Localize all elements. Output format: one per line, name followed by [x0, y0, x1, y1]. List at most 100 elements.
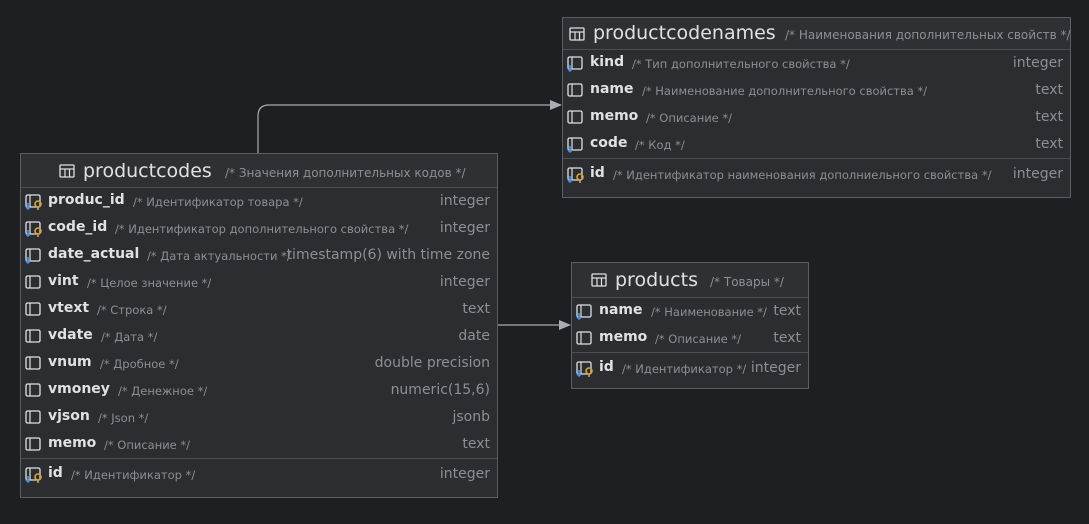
- primary-key-row[interactable]: id/* Идентификатор */integer: [572, 353, 808, 384]
- column-name: id: [590, 165, 605, 181]
- table-comment: /* Значения дополнительных кодов */: [225, 166, 466, 180]
- column-row[interactable]: date_actual /* Дата актуальности */timest…: [21, 242, 497, 269]
- column-row[interactable]: code_id /* Идентификатор дополнительного …: [21, 215, 497, 242]
- column-type: text: [1035, 82, 1063, 98]
- column-type: timestamp(6) with time zone: [286, 247, 490, 263]
- column-comment: /* Наименование */: [651, 305, 767, 319]
- column-type: date: [458, 328, 490, 344]
- fk-column-icon: [576, 303, 594, 324]
- column-row[interactable]: memo /* Описание */ text: [563, 104, 1070, 131]
- column-type: integer: [750, 360, 801, 376]
- column-type: integer: [1012, 166, 1063, 182]
- column-row[interactable]: kind /* Тип дополнительного свойства */ in…: [563, 50, 1070, 77]
- column-name: date_actual: [48, 246, 140, 262]
- column-row[interactable]: vjson /* Json */ jsonb: [21, 404, 497, 431]
- column-name: code: [590, 135, 628, 151]
- column-name: name: [590, 81, 634, 97]
- pk-fk-column-icon: [25, 220, 43, 241]
- column-row[interactable]: vmoney /* Денежное */ numeric(15,6): [21, 377, 497, 404]
- column-type: integer: [439, 220, 490, 236]
- column-icon: [25, 301, 43, 322]
- column-type: integer: [439, 274, 490, 290]
- pk-fk-column-icon: [25, 193, 43, 214]
- table-products[interactable]: products /* Товары */ name /* Наименовани…: [571, 262, 809, 389]
- column-type: integer: [439, 193, 490, 209]
- column-comment: /* Описание */: [104, 438, 191, 452]
- column-icon: [25, 436, 43, 457]
- column-comment: /* Идентификатор */: [622, 362, 747, 376]
- pk-column-icon: [25, 466, 43, 487]
- column-comment: /* Дата */: [101, 330, 158, 344]
- column-name: memo: [590, 108, 639, 124]
- column-comment: /* Целое значение */: [87, 276, 212, 290]
- column-comment: /* Идентификатор наименования дополниель…: [613, 168, 992, 182]
- column-type: double precision: [374, 355, 490, 371]
- column-comment: /* Идентификатор дополнительного свойств…: [115, 222, 409, 236]
- relation-productcodes-to-productcodenames: [257, 100, 562, 153]
- column-comment: /* Дата актуальности */: [147, 249, 291, 263]
- column-row[interactable]: vnum /* Дробное */ double precision: [21, 350, 497, 377]
- primary-key-row[interactable]: id /* Идентификатор наименования дополние…: [563, 159, 1070, 190]
- column-row[interactable]: code /* Код */ text: [563, 131, 1070, 158]
- column-icon: [567, 109, 585, 130]
- column-name: kind: [590, 54, 625, 70]
- table-name: productcodenames: [593, 22, 776, 44]
- fk-column-icon: [567, 55, 585, 76]
- column-name: memo: [599, 329, 648, 345]
- table-header[interactable]: products /* Товары */: [572, 263, 808, 298]
- table-header[interactable]: productcodes /* Значения дополнительных …: [21, 154, 497, 188]
- column-icon: [25, 382, 43, 403]
- column-comment: /* Дробное */: [100, 357, 179, 371]
- column-row[interactable]: vint /* Целое значение */ integer: [21, 269, 497, 296]
- column-name: memo: [48, 435, 97, 451]
- column-name: id: [48, 465, 63, 481]
- column-type: text: [1035, 136, 1063, 152]
- column-name: name: [599, 302, 643, 318]
- column-type: integer: [1012, 55, 1063, 71]
- column-icon: [576, 330, 594, 351]
- column-name: vtext: [48, 300, 90, 316]
- column-comment: /* Описание */: [655, 332, 742, 346]
- column-comment: /* Тип дополнительного свойства */: [632, 57, 850, 71]
- column-comment: /* Строка */: [97, 303, 167, 317]
- column-type: jsonb: [452, 409, 490, 425]
- column-name: vjson: [48, 408, 90, 424]
- table-comment: /* Наименования дополнительных свойств *…: [785, 28, 1071, 42]
- table-name: products: [615, 269, 698, 291]
- column-type: numeric(15,6): [390, 382, 490, 398]
- column-row[interactable]: vdate /* Дата */ date: [21, 323, 497, 350]
- column-icon: [25, 274, 43, 295]
- column-comment: /* Описание */: [646, 111, 733, 125]
- column-comment: /* Наименование дополнительного свойства…: [642, 84, 928, 98]
- column-row[interactable]: produc_id /* Идентификатор товара */ integ…: [21, 188, 497, 215]
- table-comment: /* Товары */: [710, 275, 784, 289]
- column-row[interactable]: vtext /* Строка */ text: [21, 296, 497, 323]
- column-comment: /* Денежное */: [118, 384, 208, 398]
- column-icon: [25, 355, 43, 376]
- column-name: vmoney: [48, 381, 110, 397]
- column-row[interactable]: name /* Наименование дополнительного свой…: [563, 77, 1070, 104]
- column-comment: /* Идентификатор товара */: [133, 195, 303, 209]
- column-name: vnum: [48, 354, 92, 370]
- pk-column-icon: [567, 166, 585, 187]
- column-type: text: [1035, 109, 1063, 125]
- primary-key-row[interactable]: id/* Идентификатор */integer: [21, 459, 497, 490]
- table-productcodenames[interactable]: productcodenames /* Наименования дополни…: [562, 17, 1071, 198]
- table-header[interactable]: productcodenames /* Наименования дополни…: [563, 18, 1071, 50]
- table-icon: [569, 26, 585, 45]
- column-type: text: [773, 330, 801, 346]
- column-name: produc_id: [48, 192, 125, 208]
- table-productcodes[interactable]: productcodes /* Значения дополнительных …: [20, 153, 498, 498]
- column-row[interactable]: memo /* Описание */ text: [21, 431, 497, 458]
- table-name: productcodes: [83, 160, 212, 182]
- column-row[interactable]: memo /* Описание */ text: [572, 325, 808, 352]
- column-icon: [25, 328, 43, 349]
- column-name: code_id: [48, 219, 108, 235]
- column-name: vdate: [48, 327, 93, 343]
- table-icon: [59, 163, 75, 182]
- fk-column-icon: [567, 136, 585, 157]
- column-row[interactable]: name /* Наименование */ text: [572, 298, 808, 325]
- column-icon: [25, 409, 43, 430]
- column-icon: [567, 82, 585, 103]
- column-type: text: [462, 436, 490, 452]
